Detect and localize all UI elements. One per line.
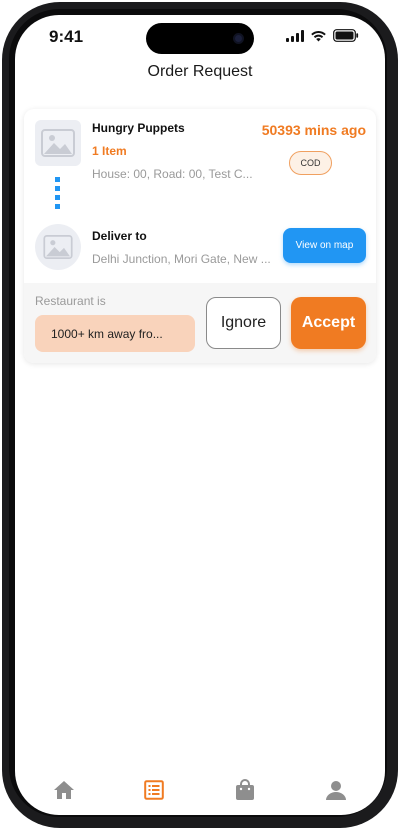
dynamic-island: [146, 23, 254, 54]
bottom-navigation: [15, 770, 385, 806]
nav-profile[interactable]: [324, 778, 348, 802]
payment-method-badge: COD: [289, 151, 332, 175]
item-count: 1 Item: [92, 144, 127, 158]
wifi-icon: [311, 30, 326, 41]
restaurant-address: House: 00, Road: 00, Test C...: [92, 167, 253, 181]
status-time: 9:41: [49, 27, 84, 46]
order-time-ago: 50393 mins ago: [261, 122, 366, 138]
screen: 9:41 Order Request Hungry Puppets 1 Item…: [15, 15, 385, 815]
accept-button[interactable]: Accept: [291, 297, 366, 349]
restaurant-image: [35, 120, 81, 166]
page-title: Order Request: [147, 63, 253, 80]
status-icons: [286, 29, 359, 42]
customer-avatar: [35, 224, 81, 270]
battery-icon: [333, 29, 359, 42]
person-icon: [326, 781, 346, 800]
home-icon: [54, 781, 74, 799]
distance-pill: 1000+ km away fro...: [35, 315, 195, 352]
image-placeholder-icon: [43, 235, 73, 259]
route-connector: [55, 177, 61, 209]
nav-home[interactable]: [52, 778, 76, 802]
delivery-address: Delhi Junction, Mori Gate, New ...: [92, 252, 271, 266]
image-placeholder-icon: [41, 129, 75, 157]
nav-shop[interactable]: [233, 778, 257, 802]
shopping-bag-icon: [236, 779, 254, 800]
restaurant-is-label: Restaurant is: [35, 294, 106, 308]
order-request-card: Hungry Puppets 1 Item House: 00, Road: 0…: [24, 109, 376, 363]
order-list-icon: [144, 780, 164, 800]
nav-orders[interactable]: [142, 778, 166, 802]
ignore-button[interactable]: Ignore: [206, 297, 281, 349]
view-on-map-button[interactable]: View on map: [283, 228, 366, 263]
signal-icon: [286, 29, 304, 42]
deliver-to-label: Deliver to: [92, 229, 147, 243]
status-bar: 9:41: [15, 15, 385, 59]
front-camera: [233, 33, 244, 44]
restaurant-name: Hungry Puppets: [92, 121, 185, 135]
